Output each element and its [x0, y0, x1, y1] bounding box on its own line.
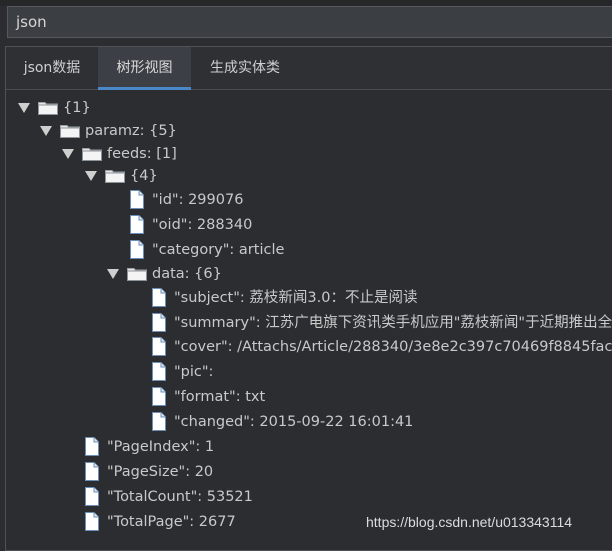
tree-leaf-pagesize[interactable]: "PageSize": 20	[85, 460, 385, 484]
tree-leaf-oid[interactable]: "oid": 288340	[130, 213, 430, 237]
tree-leaf-pageindex[interactable]: "PageIndex": 1	[85, 435, 385, 459]
node-label: {1}	[63, 100, 91, 116]
expand-arrow-icon[interactable]	[85, 171, 97, 181]
folder-open-icon	[82, 147, 102, 161]
expand-arrow-icon[interactable]	[107, 269, 119, 279]
node-label: "subject": 荔枝新闻3.0：不止是阅读	[174, 290, 418, 306]
tree-node-feed-item[interactable]: {4}	[85, 164, 285, 188]
tree-node-root[interactable]: {1}	[18, 96, 218, 120]
node-label: "format": txt	[174, 389, 266, 405]
file-icon	[130, 240, 144, 259]
tree-leaf-cover[interactable]: "cover": /Attachs/Article/288340/3e8e2c3…	[152, 335, 612, 359]
tree-node-data[interactable]: data: {6}	[107, 262, 307, 286]
file-icon	[152, 362, 166, 381]
node-label: "PageSize": 20	[107, 464, 214, 480]
node-label: "summary": 江苏广电旗下资讯类手机应用"荔枝新闻"于近期推出全	[174, 315, 612, 331]
file-icon	[130, 215, 144, 234]
node-label: "oid": 288340	[152, 217, 253, 233]
node-label: "pic":	[174, 364, 214, 380]
watermark-text: https://blog.csdn.net/u013343114	[366, 514, 573, 530]
file-icon	[85, 487, 99, 506]
tree-leaf-pic[interactable]: "pic":	[152, 360, 452, 384]
expand-arrow-icon[interactable]	[18, 103, 30, 113]
node-label: "TotalPage": 2677	[107, 514, 236, 530]
file-icon	[152, 337, 166, 356]
node-label: "cover": /Attachs/Article/288340/3e8e2c3…	[174, 339, 612, 355]
folder-open-icon	[127, 267, 147, 281]
file-icon	[85, 462, 99, 481]
file-icon	[85, 437, 99, 456]
tree-node-feeds[interactable]: feeds: [1]	[62, 142, 262, 166]
node-label: "category": article	[152, 242, 285, 258]
file-icon	[152, 288, 166, 307]
node-label: "TotalCount": 53521	[107, 489, 253, 505]
node-label: data: {6}	[152, 266, 222, 282]
node-label: "changed": 2015-09-22 16:01:41	[174, 414, 414, 430]
node-label: "id": 299076	[152, 192, 244, 208]
json-tree: {1} paramz: {5} feeds: [1] {4} "id": 299…	[0, 0, 612, 545]
file-icon	[152, 313, 166, 332]
expand-arrow-icon[interactable]	[40, 126, 52, 136]
tree-leaf-category[interactable]: "category": article	[130, 238, 430, 262]
expand-arrow-icon[interactable]	[62, 149, 74, 159]
tree-leaf-subject[interactable]: "subject": 荔枝新闻3.0：不止是阅读	[152, 286, 582, 310]
file-icon	[85, 512, 99, 531]
tree-leaf-format[interactable]: "format": txt	[152, 385, 452, 409]
tree-node-paramz[interactable]: paramz: {5}	[40, 119, 240, 143]
tree-leaf-totalcount[interactable]: "TotalCount": 53521	[85, 485, 385, 509]
file-icon	[152, 412, 166, 431]
tree-leaf-id[interactable]: "id": 299076	[130, 188, 430, 212]
file-icon	[130, 190, 144, 209]
tree-leaf-summary[interactable]: "summary": 江苏广电旗下资讯类手机应用"荔枝新闻"于近期推出全	[152, 311, 612, 335]
node-label: "PageIndex": 1	[107, 439, 215, 455]
file-icon	[152, 387, 166, 406]
tree-leaf-totalpage[interactable]: "TotalPage": 2677	[85, 510, 345, 534]
folder-open-icon	[38, 101, 58, 115]
node-label: paramz: {5}	[85, 123, 177, 139]
tree-leaf-changed[interactable]: "changed": 2015-09-22 16:01:41	[152, 410, 512, 434]
node-label: feeds: [1]	[107, 146, 177, 162]
node-label: {4}	[130, 168, 158, 184]
folder-open-icon	[105, 169, 125, 183]
folder-open-icon	[60, 124, 80, 138]
